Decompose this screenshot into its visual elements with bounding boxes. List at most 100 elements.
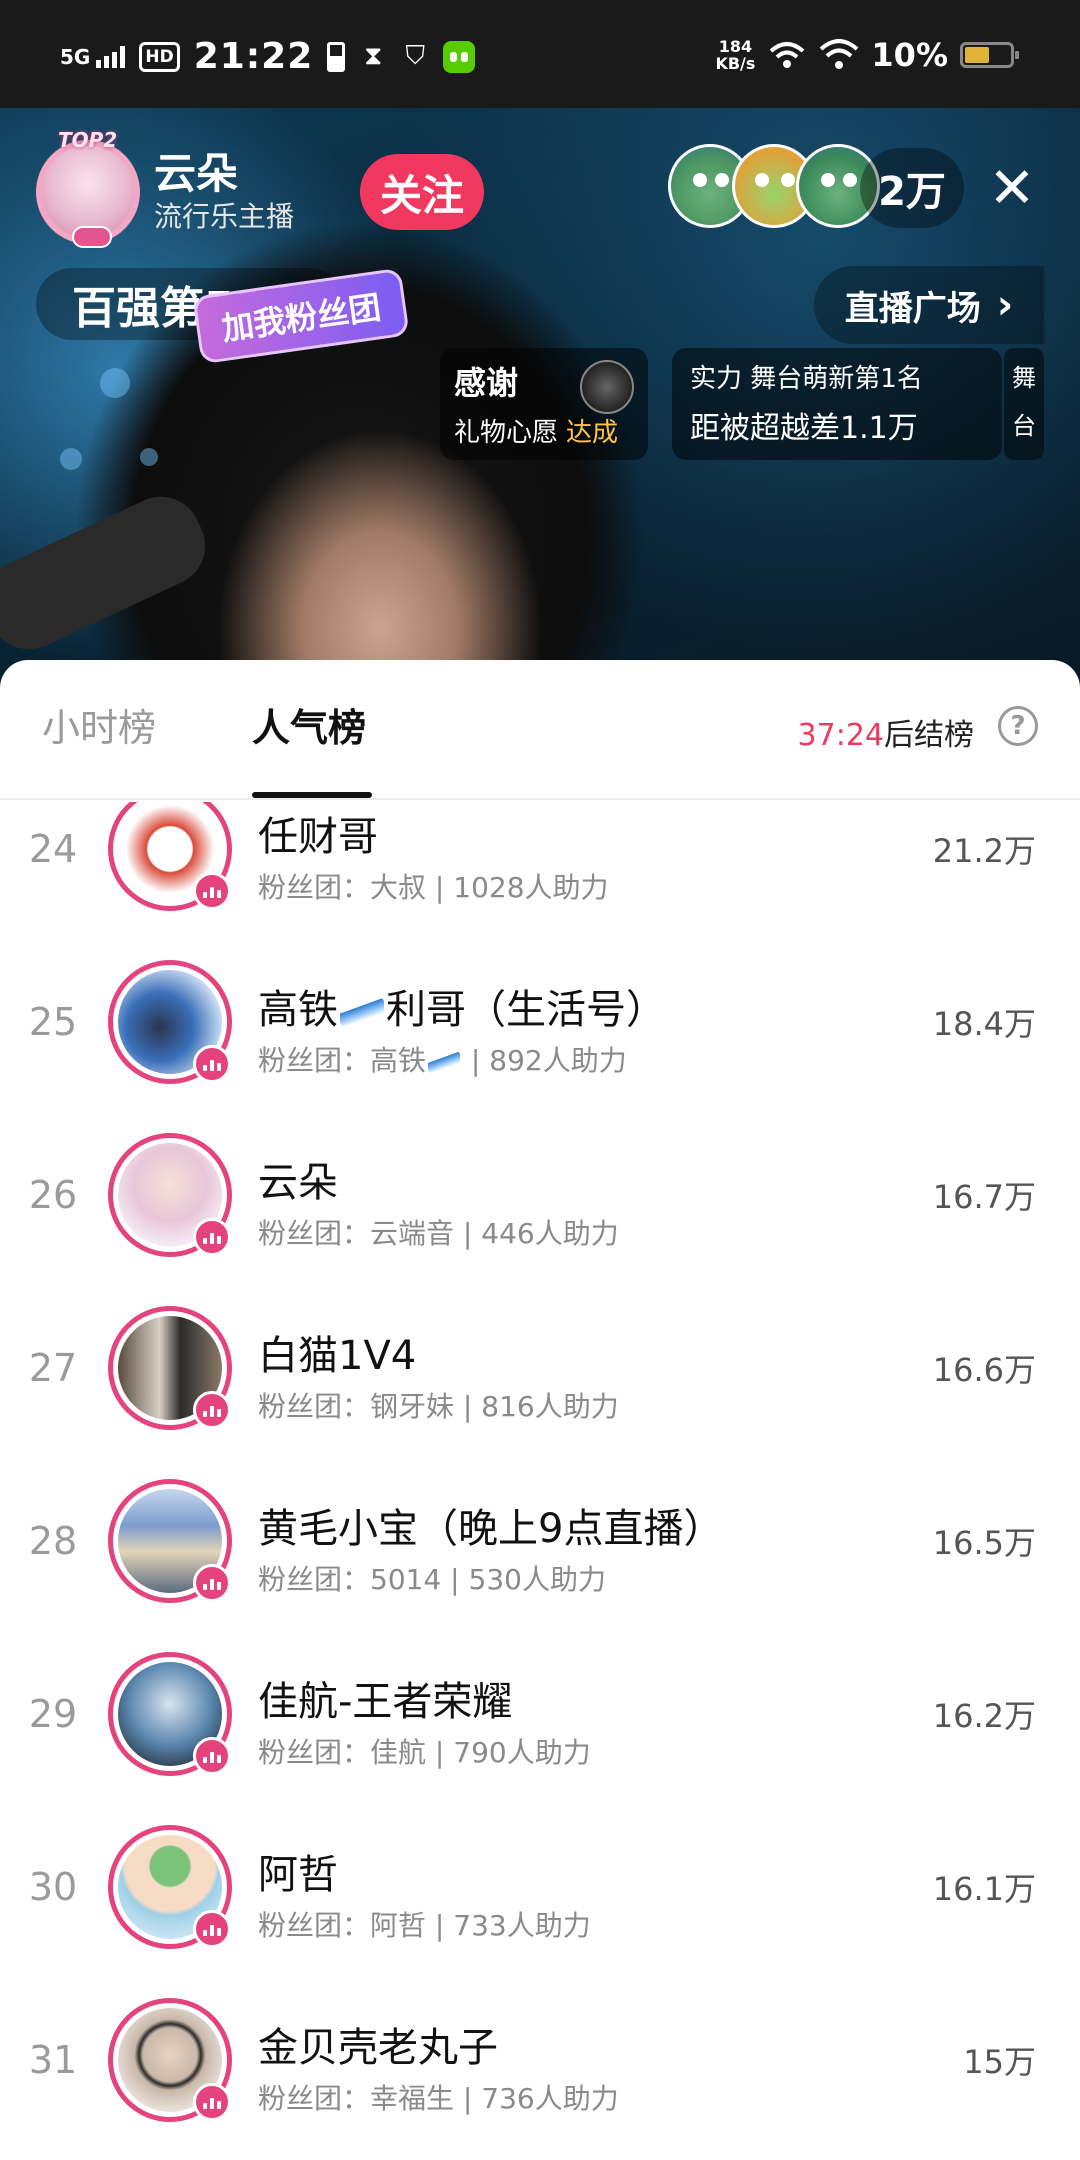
viewer-count[interactable]: 2万	[860, 148, 964, 228]
fan-club-prefix: 粉丝团：	[258, 2082, 371, 2115]
list-item[interactable]: 26 云朵 粉丝团：云端音 | 446人助力 16.7万	[0, 1108, 1080, 1281]
ranking-sheet: 小时榜 人气榜 37:24后结榜 ? 24 任财哥 粉丝团：大叔 | 1028人…	[0, 660, 1080, 2160]
list-item[interactable]: 29 佳航-王者荣耀 粉丝团：佳航 | 790人助力 16.2万	[0, 1627, 1080, 1800]
avatar[interactable]	[108, 959, 232, 1084]
popularity-score: 16.6万	[932, 1350, 1036, 1389]
user-name: 高铁 利哥（生活号）	[258, 977, 666, 1035]
popularity-score: 16.2万	[932, 1696, 1036, 1735]
fan-club-icon	[193, 1044, 231, 1083]
status-bar-left: 5G HD 21:22 ⧗ ⛉	[60, 36, 476, 77]
list-item[interactable]: 30 阿哲 粉丝团：阿哲 | 733人助力 16.1万	[0, 1800, 1080, 1973]
fan-club-name: 高铁	[370, 1044, 427, 1077]
fan-club-prefix: 粉丝团：	[258, 1909, 371, 1942]
fan-club-icon	[193, 1736, 231, 1775]
fan-club-info: 粉丝团：云端音 | 446人助力	[258, 1212, 619, 1252]
avatar[interactable]	[108, 1651, 232, 1776]
countdown-time: 37:24	[797, 718, 884, 753]
network-speed: 184 KB/s	[715, 38, 755, 72]
signal-icon	[96, 45, 126, 68]
fan-club-prefix: 粉丝团：	[258, 1736, 371, 1769]
rank-number: 31	[28, 2037, 78, 2082]
fan-club-supporters: | 530人助力	[441, 1563, 606, 1596]
bokeh-light	[140, 448, 158, 466]
fan-club-prefix: 粉丝团：	[258, 1390, 371, 1423]
avatar[interactable]	[108, 1478, 232, 1603]
microphone	[0, 483, 219, 663]
fan-club-icon	[193, 1390, 231, 1429]
fan-club-name: 幸福生	[370, 2082, 455, 2115]
rank-number: 27	[28, 1345, 78, 1390]
countdown-suffix: 后结榜	[884, 718, 974, 753]
help-icon[interactable]: ?	[998, 706, 1038, 746]
user-name-part: 高铁	[258, 987, 338, 1033]
avatar[interactable]	[108, 802, 232, 911]
list-item[interactable]: 28 黄毛小宝（晚上9点直播） 粉丝团：5014 | 530人助力 16.5万	[0, 1454, 1080, 1627]
fan-club-name: 云端音	[370, 1217, 455, 1250]
status-bar-right: 184 KB/s 10%	[715, 36, 1019, 74]
bokeh-light	[60, 448, 82, 470]
battery-icon	[960, 42, 1019, 68]
live-plaza-button[interactable]: 直播广场 ›	[814, 266, 1044, 344]
fan-club-info: 粉丝团：佳航 | 790人助力	[258, 1731, 591, 1771]
avatar[interactable]	[108, 1305, 232, 1430]
list-item[interactable]: 31 金贝壳老丸子 粉丝团：幸福生 | 736人助力 15万	[0, 1973, 1080, 2146]
hd-badge: HD	[139, 41, 180, 72]
popularity-score: 21.2万	[932, 831, 1036, 870]
battery-saver-icon	[327, 41, 346, 72]
fan-club-supporters: | 1028人助力	[426, 871, 609, 904]
host-profile[interactable]: TOP2 云朵 流行乐主播	[36, 128, 295, 248]
status-bar: 5G HD 21:22 ⧗ ⛉ 184 KB/s 10%	[0, 0, 1080, 108]
battery-percent: 10%	[871, 36, 948, 74]
fan-club-name: 阿哲	[370, 1909, 427, 1942]
fan-club-icon	[193, 1217, 231, 1256]
user-name: 佳航-王者荣耀	[258, 1679, 513, 1725]
tab-popularity[interactable]: 人气榜	[252, 704, 366, 752]
list-item[interactable]: 24 任财哥 粉丝团：大叔 | 1028人助力 21.2万	[0, 802, 1080, 935]
fan-club-name: 大叔	[370, 871, 427, 904]
list-item[interactable]: 27 白猫1V4 粉丝团：钢牙妹 | 816人助力 16.6万	[0, 1281, 1080, 1454]
fan-club-name: 5014	[370, 1563, 442, 1596]
train-emoji-icon	[428, 1051, 461, 1073]
rank-number: 29	[28, 1691, 78, 1736]
avatar[interactable]	[108, 1132, 232, 1257]
stage-side-tab[interactable]: 舞 台	[1004, 348, 1044, 460]
top2-badge: TOP2	[58, 128, 118, 152]
fan-club-prefix: 粉丝团：	[258, 1217, 371, 1250]
rank-number: 30	[28, 1864, 78, 1909]
hourglass-icon: ⧗	[364, 41, 383, 71]
ranking-list[interactable]: 24 任财哥 粉丝团：大叔 | 1028人助力 21.2万 25 高铁 利哥（生活…	[0, 802, 1080, 2160]
gift-wish-label: 礼物心愿	[454, 418, 559, 448]
user-name: 任财哥	[258, 814, 378, 860]
viewer-avatars[interactable]	[668, 144, 880, 228]
network-speed-unit: KB/s	[715, 54, 756, 73]
fan-club-supporters: | 446人助力	[454, 1217, 619, 1250]
live-stream-video[interactable]: TOP2 云朵 流行乐主播 关注 2万 ✕ 百强第55名 加我粉丝团 直播广场 …	[0, 108, 1080, 688]
popularity-score: 16.1万	[932, 1869, 1036, 1908]
fan-club-supporters: | 736人助力	[454, 2082, 619, 2115]
list-item[interactable]: 25 高铁 利哥（生活号） 粉丝团：高铁 | 892人助力 18.4万	[0, 935, 1080, 1108]
fan-club-info: 粉丝团：大叔 | 1028人助力	[258, 866, 609, 906]
avatar[interactable]	[108, 1824, 232, 1949]
wifi-activity-icon	[770, 42, 805, 68]
rank-number: 25	[28, 999, 78, 1044]
user-name: 黄毛小宝（晚上9点直播）	[258, 1506, 724, 1552]
stage-rank-title: 实力 舞台萌新第1名	[690, 364, 923, 394]
train-emoji-icon	[340, 998, 384, 1026]
user-name: 云朵	[258, 1160, 338, 1206]
follow-button[interactable]: 关注	[360, 154, 484, 230]
gift-wish-card[interactable]: 感谢 礼物心愿 达成	[440, 348, 648, 460]
host-category: 流行乐主播	[154, 200, 295, 233]
host-avatar[interactable]: TOP2	[36, 128, 140, 248]
host-level-badge	[72, 226, 112, 248]
stage-rank-card[interactable]: 实力 舞台萌新第1名 距被超越差1.1万	[672, 348, 1002, 460]
tab-hourly[interactable]: 小时榜	[42, 704, 156, 752]
stage-rank-gap: 距被超越差1.1万	[690, 411, 918, 446]
live-plaza-label: 直播广场	[844, 288, 981, 329]
avatar[interactable]	[108, 1997, 232, 2122]
user-name: 金贝壳老丸子	[258, 2025, 498, 2071]
shield-icon: ⛉	[405, 41, 426, 71]
fan-club-icon	[193, 871, 231, 910]
close-icon[interactable]: ✕	[972, 148, 1052, 228]
fan-club-name: 钢牙妹	[370, 1390, 455, 1423]
host-name: 云朵	[154, 149, 239, 198]
